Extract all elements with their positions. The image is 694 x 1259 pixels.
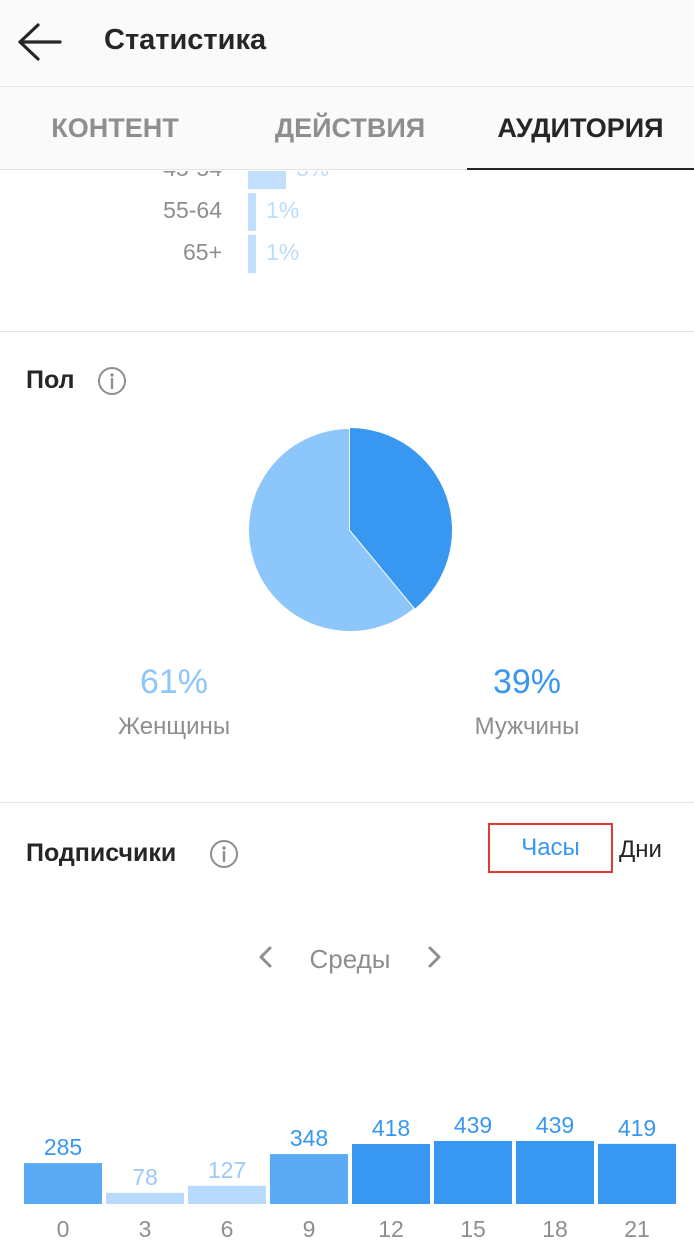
x-tick-label: 15 [460,1216,486,1242]
bar-value-label: 78 [132,1164,158,1190]
chevron-left-icon[interactable] [254,940,276,974]
x-tick-label: 18 [542,1216,568,1242]
age-percent: 1% [266,239,300,265]
top-bar: Статистика [0,0,694,86]
age-section: 45-54 3% 55-64 1% 65+ 1% [0,171,694,331]
chevron-right-icon[interactable] [424,940,446,974]
bar-18 [516,1141,594,1204]
back-button[interactable] [14,20,66,64]
bar-0 [24,1163,102,1204]
x-tick-label: 3 [139,1216,152,1242]
x-tick-label: 9 [303,1216,316,1242]
men-label: Мужчины [474,713,580,740]
bar-value-label: 127 [208,1157,246,1183]
x-tick-label: 21 [624,1216,650,1242]
age-bar [248,171,286,189]
age-row: 65+ 1% [0,233,694,273]
followers-title: Подписчики [26,839,177,867]
tab-content[interactable]: КОНТЕНТ [0,87,230,170]
age-row: 45-54 3% [0,171,694,189]
women-label: Женщины [117,713,231,740]
tab-audience[interactable]: АУДИТОРИЯ [467,87,694,170]
arrow-left-icon [18,23,62,61]
x-tick-label: 6 [221,1216,234,1242]
age-row: 55-64 1% [0,191,694,231]
age-label: 65+ [182,239,222,265]
bar-9 [270,1154,348,1204]
page-title: Статистика [104,24,267,56]
age-percent: 1% [266,197,300,223]
men-percent: 39% [492,663,562,701]
women-percent: 61% [139,663,209,701]
gender-title: Пол [26,366,75,394]
x-tick-label: 12 [378,1216,404,1242]
bar-value-label: 285 [44,1134,82,1160]
bar-value-label: 419 [618,1115,656,1141]
gender-pie-chart [247,427,452,633]
info-icon[interactable] [97,366,127,396]
x-tick-label: 0 [57,1216,70,1242]
day-label: Среды [309,944,391,974]
days-toggle-button[interactable]: Дни [619,836,662,864]
bar-3 [106,1192,184,1204]
age-percent: 3% [296,171,329,182]
section-divider [0,802,694,803]
tab-actions[interactable]: ДЕЙСТВИЯ [240,87,460,170]
info-icon[interactable] [209,839,239,869]
section-divider [0,331,694,332]
bar-value-label: 439 [454,1112,492,1138]
age-label: 55-64 [163,197,222,223]
bar-6 [188,1185,266,1204]
followers-hourly-chart: 285 0 78 3 127 6 348 9 418 12 439 15 439 18 419 21 [24,1112,676,1242]
bar-15 [434,1141,512,1204]
hours-toggle-button[interactable]: Часы [488,823,613,873]
age-bar [248,193,256,231]
bar-21 [598,1143,676,1204]
bar-12 [352,1144,430,1204]
bar-value-label: 348 [290,1125,328,1151]
age-label: 45-54 [163,171,222,182]
bar-value-label: 418 [372,1115,410,1141]
tab-bar: КОНТЕНТ ДЕЙСТВИЯ АУДИТОРИЯ [0,86,694,170]
age-bar [248,235,256,273]
bar-value-label: 439 [536,1112,574,1138]
